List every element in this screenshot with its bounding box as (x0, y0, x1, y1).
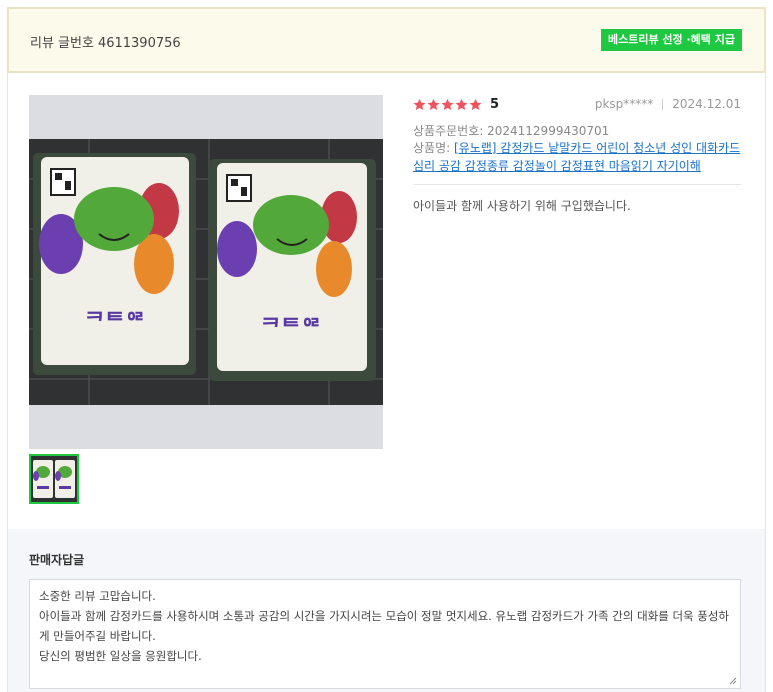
reply-line: 당신의 평범한 일상을 응원합니다. (39, 649, 202, 663)
content-divider (413, 184, 741, 185)
star-rating (413, 98, 482, 111)
review-date: 2024.12.01 (672, 97, 741, 111)
review-meta: pksp***** 2024.12.01 (595, 97, 741, 111)
seller-reply-section: 판매자답글 소중한 리뷰 고맙습니다. 아이들과 함께 감정카드를 사용하시며 … (8, 529, 765, 692)
review-content: 아이들과 함께 사용하기 위해 구입했습니다. (413, 199, 631, 213)
order-number: 상품주문번호: 2024112999430701 (413, 122, 609, 139)
best-review-badge: 베스트리뷰 선정 ·혜택 지급 (601, 29, 742, 51)
star-icon (469, 98, 482, 110)
seller-reply-textarea[interactable]: 소중한 리뷰 고맙습니다. 아이들과 함께 감정카드를 사용하시며 소통과 공감… (29, 579, 741, 689)
svg-text:ᄏᄐᄋᄅ: ᄏᄐᄋᄅ (85, 310, 146, 335)
rating-score: 5 (490, 96, 500, 112)
review-number-value: 4611390756 (97, 36, 181, 51)
author-id: pksp***** (594, 97, 654, 111)
meta-divider (662, 98, 664, 110)
resize-handle-icon[interactable] (729, 677, 737, 685)
order-number-value: 2024112999430701 (487, 124, 610, 138)
photo-thumbnail-image (31, 456, 77, 502)
star-icon (413, 98, 426, 110)
product-info: 상품명: [유노랩] 감정카드 낱말카드 어린이 청소년 성인 대화카드 심리 … (413, 139, 743, 175)
reply-line: 아이들과 함께 감정카드를 사용하시며 소통과 공감의 시간을 가지시려는 모습… (39, 609, 730, 643)
order-number-label: 상품주문번호: (413, 124, 488, 138)
photo-thumbnail[interactable] (29, 454, 79, 504)
svg-text:ᄏᄐᄋᄅ: ᄏᄐᄋᄅ (261, 316, 322, 341)
product-name-link[interactable]: [유노랩] 감정카드 낱말카드 어린이 청소년 성인 대화카드 심리 공감 감정… (413, 141, 740, 173)
star-icon (427, 98, 440, 110)
review-photo-image: ᄏᄐᄋᄅ ᄏᄐᄋᄅ (29, 139, 383, 405)
review-number: 리뷰 글번호 4611390756 (30, 32, 181, 51)
product-label: 상품명: (413, 141, 454, 155)
review-header: 리뷰 글번호 4611390756 베스트리뷰 선정 ·혜택 지급 (7, 7, 766, 73)
rating: 5 (413, 96, 499, 112)
seller-reply-title: 판매자답글 (29, 553, 85, 567)
reply-line: 소중한 리뷰 고맙습니다. (39, 589, 156, 603)
star-icon (441, 98, 454, 110)
review-number-label: 리뷰 글번호 (30, 36, 94, 51)
review-photo[interactable]: ᄏᄐᄋᄅ ᄏᄐᄋᄅ (29, 95, 383, 449)
star-icon (455, 98, 468, 110)
